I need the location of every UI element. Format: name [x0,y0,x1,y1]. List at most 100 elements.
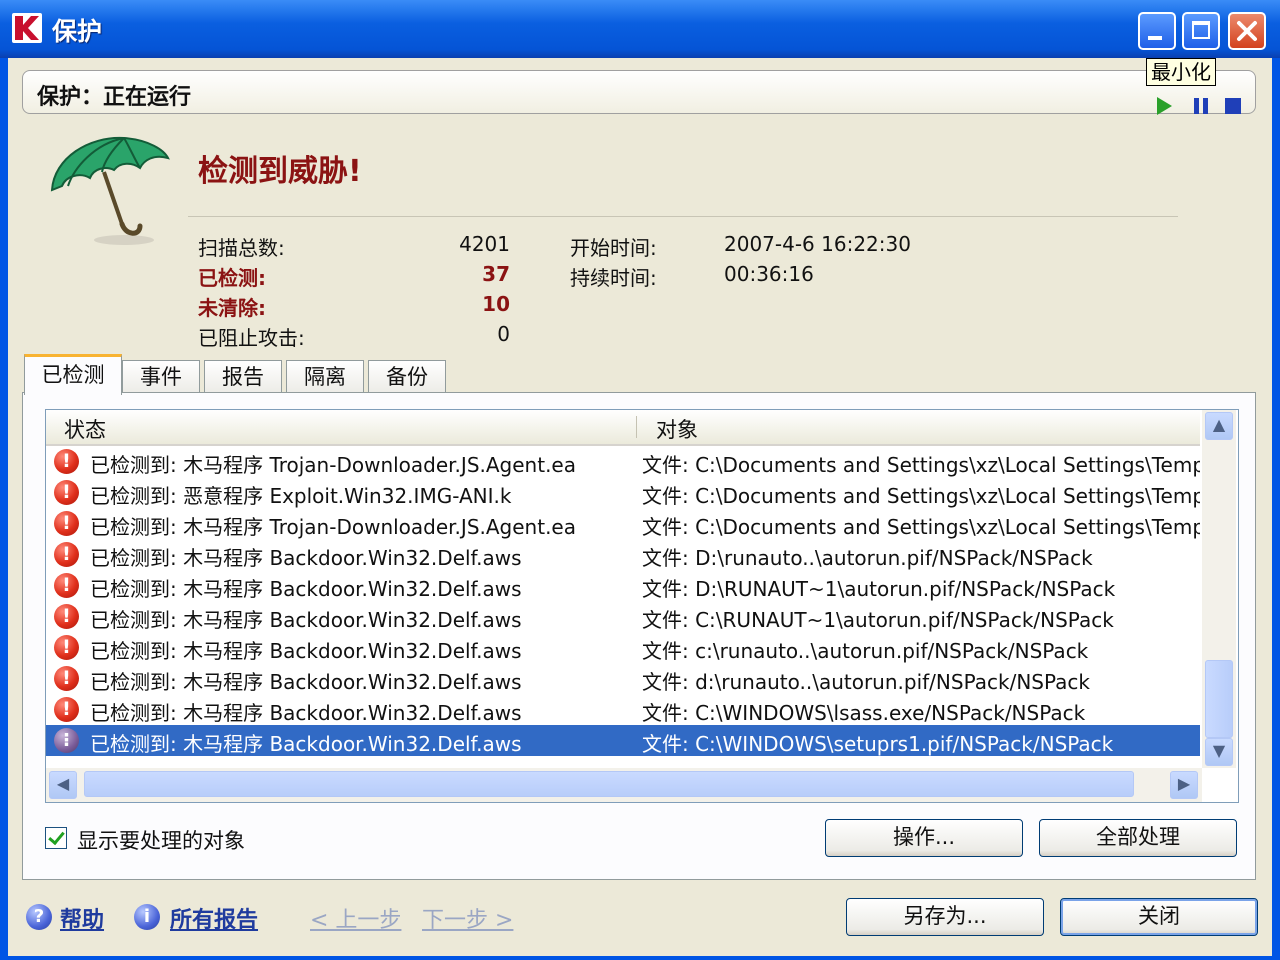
show-objects-checkbox[interactable] [45,827,67,849]
column-header-object[interactable]: 对象 [656,414,698,444]
table-row[interactable]: ! 已检测到: 木马程序 Backdoor.Win32.Delf.aws 文件: D… [46,570,1200,601]
horizontal-scroll-thumb[interactable] [84,771,1134,797]
row-status: 已检测到: 木马程序 Trojan-Downloader.JS.Agent.ea [90,453,576,477]
tab-panel: 状态 对象 ! 已检测到: 木马程序 Trojan-Downloader.JS.A… [22,392,1256,880]
play-icon[interactable] [1157,97,1172,115]
alert-icon: ! [54,573,79,598]
processing-icon: ⁝ [54,728,79,753]
table-row-selected[interactable]: ⁝ 已检测到: 木马程序 Backdoor.Win32.Delf.aws 文件: C… [46,725,1200,756]
maximize-button[interactable] [1182,12,1220,50]
row-status: 已检测到: 木马程序 Backdoor.Win32.Delf.aws [90,732,522,756]
uncleaned-label: 未清除: [198,296,266,320]
minimize-icon [1148,36,1162,40]
row-object: 文件: C:\Documents and Settings\xz\Local S… [642,453,1200,477]
alert-icon: ! [54,480,79,505]
row-object: 文件: c:\runauto..\autorun.pif/NSPack/NSPa… [642,639,1089,663]
show-objects-label[interactable]: 显示要处理的对象 [77,825,245,855]
minimize-tooltip: 最小化 [1146,58,1216,86]
row-object: 文件: C:\Documents and Settings\xz\Local S… [642,484,1200,508]
close-icon [1237,21,1257,41]
info-icon[interactable]: i [134,904,160,930]
start-time-label: 开始时间: [570,236,657,260]
help-link[interactable]: 帮助 [60,902,104,934]
tab-detected[interactable]: 已检测 [24,354,122,395]
row-object: 文件: C:\WINDOWS\setuprs1.pif/NSPack/NSPac… [642,732,1114,756]
table-row[interactable]: ! 已检测到: 恶意程序 Exploit.Win32.IMG-ANI.k 文件: C… [46,477,1200,508]
scanned-value: 4201 [459,232,510,256]
alert-icon: ! [54,697,79,722]
alert-icon: ! [54,449,79,474]
column-separator[interactable] [636,416,637,438]
pause-icon[interactable] [1193,98,1209,114]
tab-backup[interactable]: 备份 [368,360,446,394]
horizontal-scrollbar[interactable]: ◀ ▶ [46,768,1202,802]
alert-icon: ! [54,666,79,691]
column-header-status[interactable]: 状态 [64,414,106,444]
scroll-down-button[interactable]: ▼ [1205,738,1233,766]
umbrella-icon [50,136,170,245]
table-row[interactable]: ! 已检测到: 木马程序 Backdoor.Win32.Delf.aws 文件: c… [46,632,1200,663]
table-row[interactable]: ! 已检测到: 木马程序 Backdoor.Win32.Delf.aws 文件: C… [46,694,1200,725]
alert-icon: ! [54,635,79,660]
vertical-scrollbar[interactable]: ▲ ▼ [1202,410,1236,768]
list-header: 状态 对象 [46,410,1200,446]
threat-detected-headline: 检测到威胁! [198,154,362,189]
blocked-attacks-value: 0 [497,322,510,346]
uncleaned-value: 10 [482,292,510,316]
row-object: 文件: d:\runauto..\autorun.pif/NSPack/NSPa… [642,670,1090,694]
alert-icon: ! [54,542,79,567]
tab-events[interactable]: 事件 [122,360,200,394]
duration-value: 00:36:16 [724,262,814,286]
table-row[interactable]: ! 已检测到: 木马程序 Backdoor.Win32.Delf.aws 文件: D… [46,539,1200,570]
table-row[interactable]: ! 已检测到: 木马程序 Trojan-Downloader.JS.Agent.e… [46,446,1200,477]
tab-quarantine[interactable]: 隔离 [286,360,364,394]
scanned-label: 扫描总数: [198,236,285,260]
row-status: 已检测到: 木马程序 Backdoor.Win32.Delf.aws [90,701,522,725]
detected-value: 37 [482,262,510,286]
row-object: 文件: D:\runauto..\autorun.pif/NSPack/NSPa… [642,546,1093,570]
window-title: 保护 [52,17,103,46]
detected-objects-list[interactable]: 状态 对象 ! 已检测到: 木马程序 Trojan-Downloader.JS.A… [45,409,1239,803]
protection-status-bar: 保护：正在运行 [22,70,1256,115]
row-status: 已检测到: 恶意程序 Exploit.Win32.IMG-ANI.k [90,484,512,508]
detected-label: 已检测: [198,266,266,290]
protection-status-text: 保护：正在运行 [37,85,192,110]
blocked-attacks-label: 已阻止攻击: [198,326,305,350]
process-all-button[interactable]: 全部处理 [1039,819,1237,857]
stop-icon[interactable] [1225,98,1241,114]
row-status: 已检测到: 木马程序 Trojan-Downloader.JS.Agent.ea [90,515,576,539]
action-button[interactable]: 操作... [825,819,1023,857]
minimize-button[interactable] [1138,12,1176,50]
scroll-up-button[interactable]: ▲ [1205,412,1233,440]
all-reports-link[interactable]: 所有报告 [170,902,258,934]
close-button[interactable]: 关闭 [1060,898,1258,936]
row-object: 文件: C:\Documents and Settings\xz\Local S… [642,515,1200,539]
maximize-icon [1192,21,1210,39]
application-window: 保护 保护：正在运行 最小化 检测到威胁! 扫描总数: 4201 已检测: 37… [0,0,1280,960]
vertical-scroll-thumb[interactable] [1205,660,1233,738]
row-status: 已检测到: 木马程序 Backdoor.Win32.Delf.aws [90,577,522,601]
table-row[interactable]: ! 已检测到: 木马程序 Backdoor.Win32.Delf.aws 文件: d… [46,663,1200,694]
title-bar[interactable]: 保护 [0,0,1280,58]
help-icon[interactable]: ? [26,904,52,930]
previous-step-link[interactable]: < 上一步 [310,902,401,934]
alert-icon: ! [54,511,79,536]
row-status: 已检测到: 木马程序 Backdoor.Win32.Delf.aws [90,546,522,570]
start-time-value: 2007-4-6 16:22:30 [724,232,911,256]
alert-icon: ! [54,604,79,629]
row-status: 已检测到: 木马程序 Backdoor.Win32.Delf.aws [90,639,522,663]
scroll-left-button[interactable]: ◀ [49,771,77,799]
row-status: 已检测到: 木马程序 Backdoor.Win32.Delf.aws [90,608,522,632]
table-row[interactable]: ! 已检测到: 木马程序 Backdoor.Win32.Delf.aws 文件: C… [46,601,1200,632]
list-rows: ! 已检测到: 木马程序 Trojan-Downloader.JS.Agent.e… [46,446,1200,766]
scroll-right-button[interactable]: ▶ [1170,771,1198,799]
divider [188,216,1178,217]
table-row[interactable]: ! 已检测到: 木马程序 Trojan-Downloader.JS.Agent.e… [46,508,1200,539]
close-window-button[interactable] [1228,12,1266,50]
duration-label: 持续时间: [570,266,657,290]
save-as-button[interactable]: 另存为... [846,898,1044,936]
row-status: 已检测到: 木马程序 Backdoor.Win32.Delf.aws [90,670,522,694]
tab-reports[interactable]: 报告 [204,360,282,394]
kaspersky-logo-icon [12,13,42,43]
next-step-link[interactable]: 下一步 > [422,902,513,934]
